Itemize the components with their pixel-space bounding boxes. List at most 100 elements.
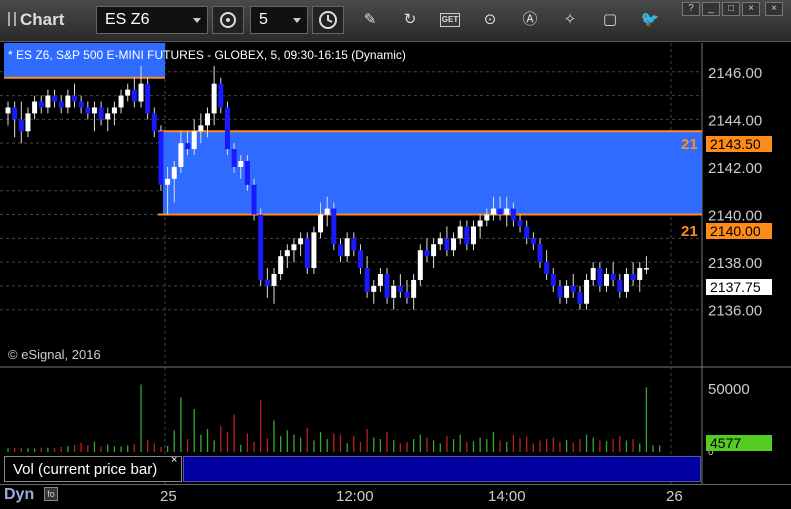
twitter-icon[interactable]: 🐦 — [640, 10, 660, 30]
candle-body — [91, 107, 97, 114]
candle-body — [570, 285, 576, 292]
candle-body — [537, 244, 543, 263]
candle-body — [517, 220, 523, 227]
candle-body — [278, 256, 284, 275]
candle-body — [238, 161, 244, 167]
candle-body — [557, 285, 563, 298]
price-axis-label: 2140.00 — [708, 208, 762, 225]
candle-body — [411, 279, 417, 298]
time-label: 25 — [160, 488, 177, 505]
candle-body — [211, 83, 217, 114]
candle-body — [604, 274, 609, 286]
candle-body — [58, 101, 64, 108]
candle-body — [284, 250, 290, 257]
candle-body — [224, 107, 230, 150]
play-icon[interactable]: ⊙ — [480, 10, 500, 30]
candle-body — [504, 208, 510, 215]
candle-body — [424, 250, 430, 257]
candle-body — [198, 125, 204, 132]
help-button[interactable]: ? — [682, 2, 700, 16]
candle-body — [351, 238, 357, 251]
price-tag-last: 2137.75 — [706, 279, 772, 295]
candle-body — [171, 166, 177, 179]
tools-icon[interactable]: ✧ — [560, 10, 580, 30]
candle-body — [597, 268, 603, 286]
candle-body — [331, 208, 337, 245]
candle-body — [431, 244, 437, 257]
candle-body — [311, 232, 317, 269]
candle-body — [125, 89, 131, 96]
minimize-button[interactable]: _ — [702, 2, 720, 16]
time-button[interactable] — [312, 6, 344, 34]
maximize-button[interactable]: □ — [722, 2, 740, 16]
price-axis-label: 2142.00 — [708, 160, 762, 177]
supply-demand-zone — [162, 131, 702, 215]
candle-body — [165, 178, 171, 185]
alert-icon[interactable]: Ⓐ — [520, 10, 540, 30]
candle-body — [477, 220, 483, 227]
chevron-down-icon — [193, 18, 201, 23]
candle-body — [18, 119, 24, 132]
grip-icon[interactable] — [8, 12, 16, 26]
cursor-settings-button[interactable] — [212, 6, 244, 34]
candle-body — [391, 285, 397, 298]
candle-body — [111, 107, 117, 114]
candle-body — [205, 113, 210, 126]
candle-body — [357, 250, 363, 269]
volume-study-bar — [183, 456, 701, 482]
candle-body — [244, 161, 250, 185]
comment-icon[interactable]: ▢ — [600, 10, 620, 30]
candle-body — [451, 238, 457, 251]
app-title-text: Chart — [20, 10, 65, 29]
candle-body — [384, 274, 390, 298]
candle-body — [251, 184, 257, 215]
price-tag-upper: 2143.50 — [706, 136, 772, 152]
dynamic-mode-label[interactable]: Dyn — [4, 486, 34, 504]
close-button[interactable]: × — [765, 2, 783, 16]
candle-body — [524, 226, 530, 239]
candle-body — [118, 95, 124, 108]
candle-body — [397, 285, 403, 292]
candle-body — [338, 244, 343, 257]
zones — [4, 43, 702, 216]
candle-body — [32, 101, 38, 114]
interval-select[interactable]: 5 — [250, 6, 308, 34]
candle-body — [298, 238, 304, 245]
candle-body — [344, 238, 350, 257]
restore-button[interactable]: × — [742, 2, 760, 16]
symbol-select[interactable]: ES Z6 — [96, 6, 208, 34]
candle-body — [377, 274, 383, 286]
time-label: 12:00 — [336, 488, 374, 505]
candle-body — [637, 268, 643, 280]
lock-icon[interactable]: fo — [44, 487, 58, 501]
candle-body — [65, 95, 71, 108]
refresh-icon[interactable]: ↻ — [400, 10, 420, 30]
pencil-icon[interactable]: ✎ — [360, 10, 380, 30]
candle-body — [590, 268, 596, 280]
chevron-down-icon — [293, 18, 301, 23]
candle-body — [138, 83, 144, 102]
candle-body — [291, 244, 297, 251]
candle-body — [550, 274, 556, 286]
get-icon[interactable]: GET — [440, 13, 460, 27]
candle-body — [437, 238, 443, 245]
candle-body — [617, 279, 623, 292]
price-tag-lower: 2140.00 — [706, 223, 772, 239]
candle-body — [364, 268, 370, 292]
volume-last-tag: 4577 — [706, 435, 772, 451]
candle-body — [404, 291, 410, 298]
close-icon[interactable]: × — [171, 454, 177, 466]
candle-body — [471, 226, 476, 245]
candle-body — [371, 285, 377, 292]
candle-body — [490, 208, 496, 215]
candle-body — [178, 143, 184, 167]
symbol-value: ES Z6 — [105, 11, 150, 28]
volume-study-label[interactable]: Vol (current price bar) — [4, 456, 182, 482]
candle-body — [544, 262, 550, 275]
candle-body — [185, 143, 191, 150]
candle-body — [25, 113, 31, 132]
chart-canvas[interactable]: 2146.00 2144.00 2142.00 2140.00 2138.00 2136.… — [0, 43, 791, 484]
candle-body — [417, 250, 423, 280]
candle-body — [218, 83, 224, 108]
candle-body — [5, 107, 11, 114]
